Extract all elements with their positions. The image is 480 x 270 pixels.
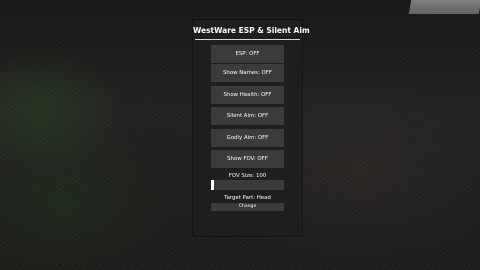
- show-fov-toggle-button[interactable]: Show FOV: OFF: [211, 150, 284, 168]
- silent-aim-toggle-button[interactable]: Silent Aim: OFF: [211, 107, 284, 125]
- esp-toggle-button[interactable]: ESP: OFF: [211, 45, 284, 63]
- fov-size-label: FOV Size: 100: [228, 173, 267, 179]
- panel-title: WestWare ESP & Silent Aim: [193, 26, 310, 35]
- title-divider: [195, 39, 300, 40]
- show-health-toggle-button[interactable]: Show Health: OFF: [211, 86, 284, 104]
- fov-slider-fill[interactable]: [211, 180, 214, 190]
- target-part-label: Target Part: Head: [224, 195, 271, 201]
- fov-size-slider[interactable]: [211, 180, 284, 190]
- game-world-wall: [408, 0, 480, 14]
- godly-aim-toggle-button[interactable]: Godly Aim: OFF: [211, 129, 284, 147]
- show-names-toggle-button[interactable]: Show Names: OFF: [211, 64, 284, 82]
- change-target-button[interactable]: Change: [211, 203, 284, 211]
- westware-panel: WestWare ESP & Silent Aim ESP: OFF Show …: [193, 20, 310, 236]
